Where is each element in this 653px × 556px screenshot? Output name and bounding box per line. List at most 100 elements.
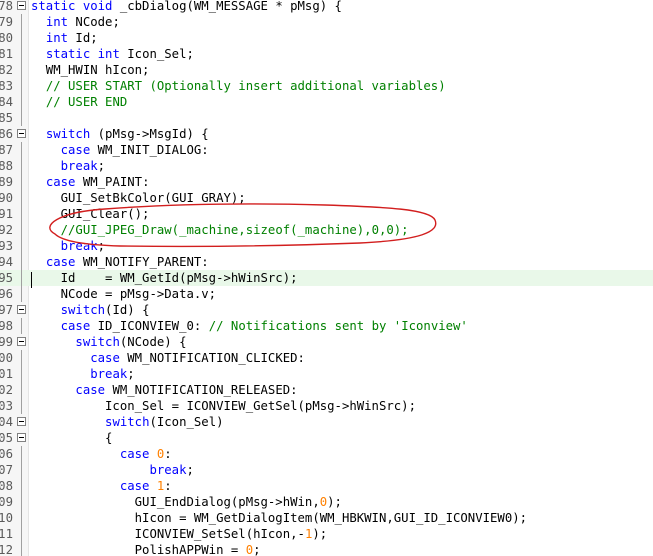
fold-guide-line — [21, 46, 22, 62]
fold-guide-line — [21, 286, 22, 302]
code-text: NCode = pMsg->Data.v; — [31, 286, 216, 302]
keyword-token: switch — [60, 303, 106, 317]
comment-token: // USER END — [45, 95, 128, 109]
line-number: 78 — [0, 0, 13, 13]
code-text: static int Icon_Sel; — [31, 46, 194, 62]
code-token: WM_NOTIFICATION_RELEASED: — [105, 383, 298, 397]
code-token: NCode = pMsg->Data.v; — [31, 287, 217, 301]
code-text: int NCode; — [31, 14, 120, 30]
code-line[interactable]: 93 break; — [0, 238, 653, 254]
code-line[interactable]: 78 static void _cbDialog(WM_MESSAGE * pMs… — [0, 0, 653, 14]
code-token: ICONVIEW_SetSel(hIcon,- — [31, 527, 305, 541]
fold-toggle-icon[interactable] — [17, 305, 26, 314]
code-text: switch(Icon_Sel) — [31, 414, 224, 430]
code-text: break; — [31, 158, 105, 174]
code-line[interactable]: 110 hIcon = WM_GetDialogItem(WM_HBKWIN,G… — [0, 510, 653, 526]
fold-toggle-icon[interactable] — [17, 433, 26, 442]
fold-guide-line — [21, 94, 22, 110]
code-line[interactable]: 103 Icon_Sel = ICONVIEW_GetSel(pMsg->hWi… — [0, 398, 653, 414]
keyword-token: case — [119, 447, 150, 461]
code-text: GUI_Clear(); — [31, 206, 150, 222]
code-line[interactable]: 81 static int Icon_Sel; — [0, 46, 653, 62]
code-line[interactable]: 82 WM_HWIN hIcon; — [0, 62, 653, 78]
code-text: case WM_NOTIFICATION_RELEASED: — [31, 382, 298, 398]
code-line[interactable]: 83 // USER START (Optionally insert addi… — [0, 78, 653, 94]
code-line[interactable]: 109 GUI_EndDialog(pMsg->hWin,0); — [0, 494, 653, 510]
code-line[interactable]: 111 ICONVIEW_SetSel(hIcon,-1); — [0, 526, 653, 542]
code-line[interactable]: 104 switch(Icon_Sel) — [0, 414, 653, 430]
code-area[interactable]: 78 static void _cbDialog(WM_MESSAGE * pMs… — [0, 0, 653, 556]
code-line[interactable]: 105 { — [0, 430, 653, 446]
line-number: 97 — [0, 303, 13, 317]
code-line[interactable]: 99 switch(NCode) { — [0, 334, 653, 350]
code-line[interactable]: 85 — [0, 110, 653, 126]
fold-toggle-icon[interactable] — [17, 1, 26, 10]
code-line[interactable]: 101 break; — [0, 366, 653, 382]
fold-guide-line — [21, 526, 22, 542]
code-token: (Icon_Sel) — [149, 415, 224, 429]
code-line[interactable]: 79 int NCode; — [0, 14, 653, 30]
code-text: case WM_PAINT: — [31, 174, 150, 190]
code-line[interactable]: 96 NCode = pMsg->Data.v; — [0, 286, 653, 302]
code-token: Icon_Sel; — [119, 47, 194, 61]
code-text: case WM_INIT_DIALOG: — [31, 142, 209, 158]
code-line[interactable]: 95 Id = WM_GetId(pMsg->hWinSrc); — [0, 270, 653, 286]
line-number: 86 — [0, 127, 13, 141]
code-token: ; — [97, 239, 106, 253]
fold-guide-line — [21, 30, 22, 46]
code-line[interactable]: 84 // USER END — [0, 94, 653, 110]
code-text: case WM_NOTIFY_PARENT: — [31, 254, 209, 270]
code-line[interactable]: 87 case WM_INIT_DIALOG: — [0, 142, 653, 158]
code-line[interactable]: 80 int Id; — [0, 30, 653, 46]
fold-toggle-icon[interactable] — [17, 417, 26, 426]
code-text: Icon_Sel = ICONVIEW_GetSel(pMsg->hWinSrc… — [31, 398, 416, 414]
code-line[interactable]: 92 //GUI_JPEG_Draw(_machine,sizeof(_mach… — [0, 222, 653, 238]
line-number: 82 — [0, 63, 13, 77]
code-text: switch (pMsg->MsgId) { — [31, 126, 209, 142]
keyword-token: static void — [31, 0, 120, 13]
code-token: PolishAPPWin = — [31, 543, 246, 556]
code-text: hIcon = WM_GetDialogItem(WM_HBKWIN,GUI_I… — [31, 510, 527, 526]
code-token: ID_ICONVIEW_0: — [90, 319, 209, 333]
code-text: int Id; — [31, 30, 98, 46]
line-number: 105 — [0, 431, 13, 445]
code-line[interactable]: 112 PolishAPPWin = 0; — [0, 542, 653, 556]
code-line[interactable]: 102 case WM_NOTIFICATION_RELEASED: — [0, 382, 653, 398]
code-token: GUI_EndDialog(pMsg->hWin, — [31, 495, 320, 509]
line-number: 106 — [0, 447, 13, 461]
code-line[interactable]: 100 case WM_NOTIFICATION_CLICKED: — [0, 350, 653, 366]
code-line[interactable]: 106 case 0: — [0, 446, 653, 462]
line-number: 93 — [0, 239, 13, 253]
fold-guide-line — [21, 206, 22, 222]
fold-toggle-icon[interactable] — [17, 129, 26, 138]
line-number: 90 — [0, 191, 13, 205]
code-token: Icon_Sel = ICONVIEW_GetSel(pMsg->hWinSrc… — [31, 399, 416, 413]
keyword-token: break — [149, 463, 187, 477]
code-line[interactable]: 98 case ID_ICONVIEW_0: // Notifications … — [0, 318, 653, 334]
line-number: 112 — [0, 543, 13, 556]
keyword-token: static int — [45, 47, 120, 61]
fold-guide-line — [21, 190, 22, 206]
code-line[interactable]: 91 GUI_Clear(); — [0, 206, 653, 222]
fold-guide-line — [21, 446, 22, 462]
code-line[interactable]: 107 break; — [0, 462, 653, 478]
code-editor[interactable]: 78 static void _cbDialog(WM_MESSAGE * pMs… — [0, 0, 653, 556]
code-line[interactable]: 90 GUI_SetBkColor(GUI_GRAY); — [0, 190, 653, 206]
code-line[interactable]: 88 break; — [0, 158, 653, 174]
code-line[interactable]: 108 case 1: — [0, 478, 653, 494]
line-number: 91 — [0, 207, 13, 221]
code-text: //GUI_JPEG_Draw(_machine,sizeof(_machine… — [31, 222, 409, 238]
line-number: 104 — [0, 415, 13, 429]
fold-toggle-icon[interactable] — [17, 337, 26, 346]
code-line[interactable]: 86 switch (pMsg->MsgId) { — [0, 126, 653, 142]
code-line[interactable]: 94 case WM_NOTIFY_PARENT: — [0, 254, 653, 270]
code-line[interactable]: 97 switch(Id) { — [0, 302, 653, 318]
code-line[interactable]: 89 case WM_PAINT: — [0, 174, 653, 190]
